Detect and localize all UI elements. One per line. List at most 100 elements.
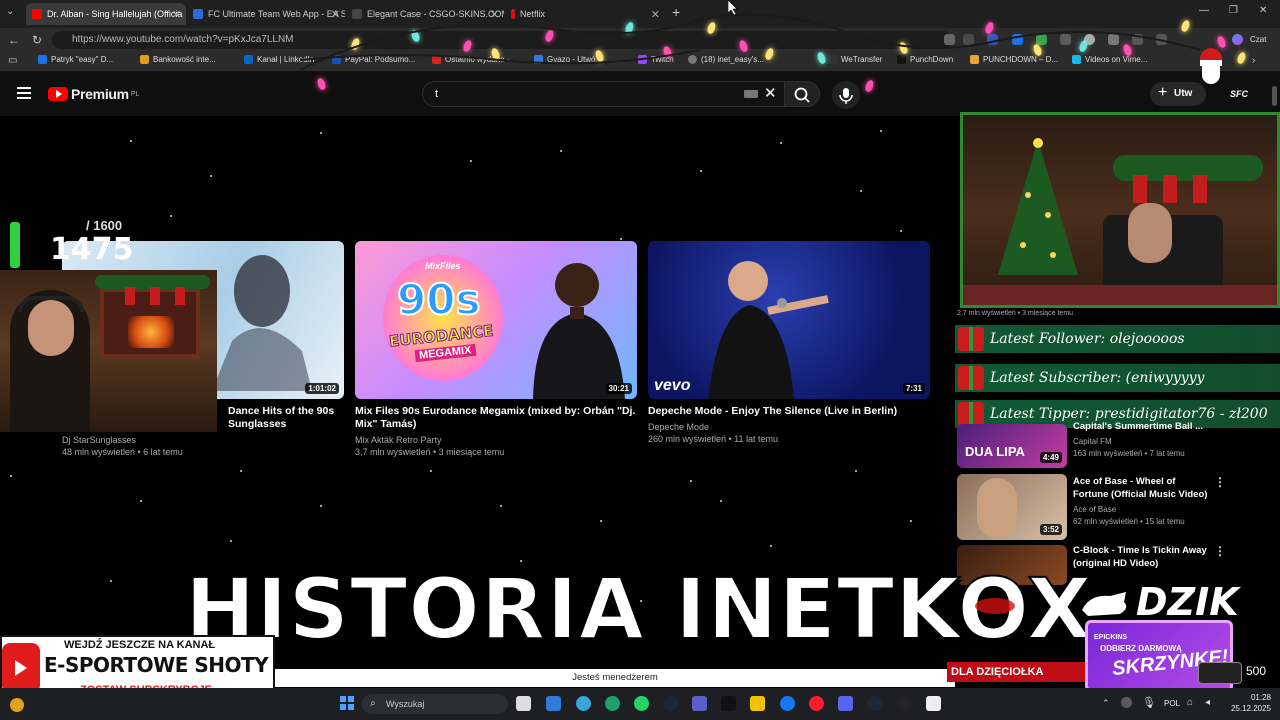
video-thumbnail[interactable]: MixFiles 90s EURODANCE MEGAMIX 30:21 [355,241,637,399]
singer-figure [533,263,625,399]
video-stats: 163 mln wyświetleń • 7 lat temu [1073,449,1185,458]
task-view-icon[interactable] [516,696,531,711]
facebook-icon[interactable] [780,696,795,711]
tiktok-icon[interactable] [721,696,736,711]
taskbar-search[interactable]: Wyszukaj [362,694,508,714]
snow-particle [10,475,12,477]
snow-particle [910,520,912,522]
latest-subscriber-alert: Latest Subscriber: (eniwyyyyy [955,364,1280,392]
counter-value: 500 [1246,664,1267,678]
discord-icon[interactable] [838,696,853,711]
snow-particle [430,470,432,472]
streamer-face [1128,203,1172,263]
performer-figure [708,261,829,399]
app-icon[interactable] [576,696,591,711]
video-stats: 260 mln wyświetleń • 11 lat temu [648,434,779,444]
snow-particle [880,130,882,132]
snow-particle [720,500,722,502]
snow-particle [780,142,782,144]
lights-wire [299,13,1201,71]
santa-decoration [1196,48,1226,88]
tray-expand-icon[interactable]: ⌃ [1102,698,1110,709]
steam-icon[interactable] [663,696,678,711]
video-title[interactable]: C-Block - Time Is Tickin Away (original … [1073,544,1208,570]
edge-icon[interactable] [605,696,620,711]
more-options-icon[interactable]: ⋮ [1214,544,1226,558]
video-channel[interactable]: Mix Akták Retro Party [355,434,442,446]
snow-particle [320,505,322,507]
video-thumbnail[interactable]: 3:52 [957,474,1067,540]
snow-particle [860,190,862,192]
clock-time[interactable]: 01:28 [1227,693,1271,702]
video-title[interactable]: Mix Files 90s Eurodance Megamix (mixed b… [355,405,640,431]
app-icon[interactable] [897,696,912,711]
webcam-main [960,112,1280,308]
video-channel[interactable]: Capital FM [1073,436,1112,447]
network-icon[interactable]: ⌂ [1187,697,1193,708]
video-channel[interactable]: Dj StarSunglasses [62,434,136,446]
video-thumbnail[interactable]: vevo 7:31 [648,241,930,399]
steam-icon[interactable] [867,696,882,711]
snow-particle [560,150,562,152]
video-channel[interactable]: Depeche Mode [648,421,709,433]
snow-particle [320,132,322,134]
video-title[interactable]: Dance Hits of the 90s Sunglasses [228,405,344,431]
video-title[interactable]: Depeche Mode - Enjoy The Silence (Live i… [648,405,933,418]
teams-icon[interactable] [692,696,707,711]
microphone-icon[interactable]: 🎙 [1142,696,1156,709]
app-icon[interactable] [926,696,941,711]
shorts-line2: E-SPORTOWE SHOTY [44,653,269,677]
start-button[interactable] [340,696,354,710]
snow-particle [110,580,112,582]
goal-total-label: / 1600 [86,218,123,233]
search-icon: ⌕ [370,698,376,709]
whatsapp-icon[interactable] [634,696,649,711]
goal-progress-bar [10,222,20,268]
youtube-shorts-icon [2,643,40,693]
weather-icon[interactable] [10,698,24,712]
video-channel[interactable]: Ace of Base [1073,504,1116,515]
stocking [1163,175,1177,203]
snow-particle [855,470,857,472]
snow-particle [690,480,692,482]
snow-particle [470,160,472,162]
stream-title: HISTORIA INETKOX [184,559,1093,659]
duration-badge: 30:21 [605,383,632,394]
goal-counter: / 1600 1475 [10,216,140,268]
dancer-silhouette [212,255,312,391]
boar-icon [1082,592,1127,616]
tray-icon[interactable] [1121,697,1132,708]
fire [128,316,174,348]
snow-particle [500,505,502,507]
app-icon[interactable] [546,696,561,711]
video-title[interactable]: Capital's Summertime Ball ... [1073,420,1208,433]
stocking [1133,175,1147,203]
duration-badge: 1:01:02 [305,383,339,394]
stocking [150,287,160,305]
volume-icon[interactable]: ◂ [1205,697,1210,708]
mouse-cursor-icon [728,0,738,16]
video-thumbnail[interactable]: DUA LIPA 4:49 [957,424,1067,468]
folder-icon[interactable] [750,696,765,711]
video-title[interactable]: Ace of Base - Wheel of Fortune (Official… [1073,475,1208,501]
snow-particle [140,500,142,502]
more-options-icon[interactable]: ⋮ [1214,475,1226,489]
snow-particle [210,175,212,177]
singer-face [977,478,1017,538]
promo-label: EPICKINS [1094,634,1128,641]
gift-icon [958,402,984,426]
opera-icon[interactable] [809,696,824,711]
windows-icon [340,696,354,710]
duration-badge: 7:31 [902,383,925,394]
snow-particle [230,540,232,542]
snow-particle [770,545,772,547]
manager-notice: Jesteś menedżerem [275,669,955,687]
video-stats: 48 mln wyświetleń • 6 lat temu [62,447,183,457]
duration-badge: 3:52 [1039,524,1062,535]
clock-date[interactable]: 25.12.2025 [1227,704,1271,713]
video-stats: 3,7 mln wyświetleń • 3 miesiące temu [355,447,505,457]
christmas-tree [998,138,1078,275]
stocking [175,287,185,305]
video-stats: 62 mln wyświetleń • 15 lat temu [1073,517,1185,526]
language-indicator[interactable]: POL [1164,699,1180,708]
